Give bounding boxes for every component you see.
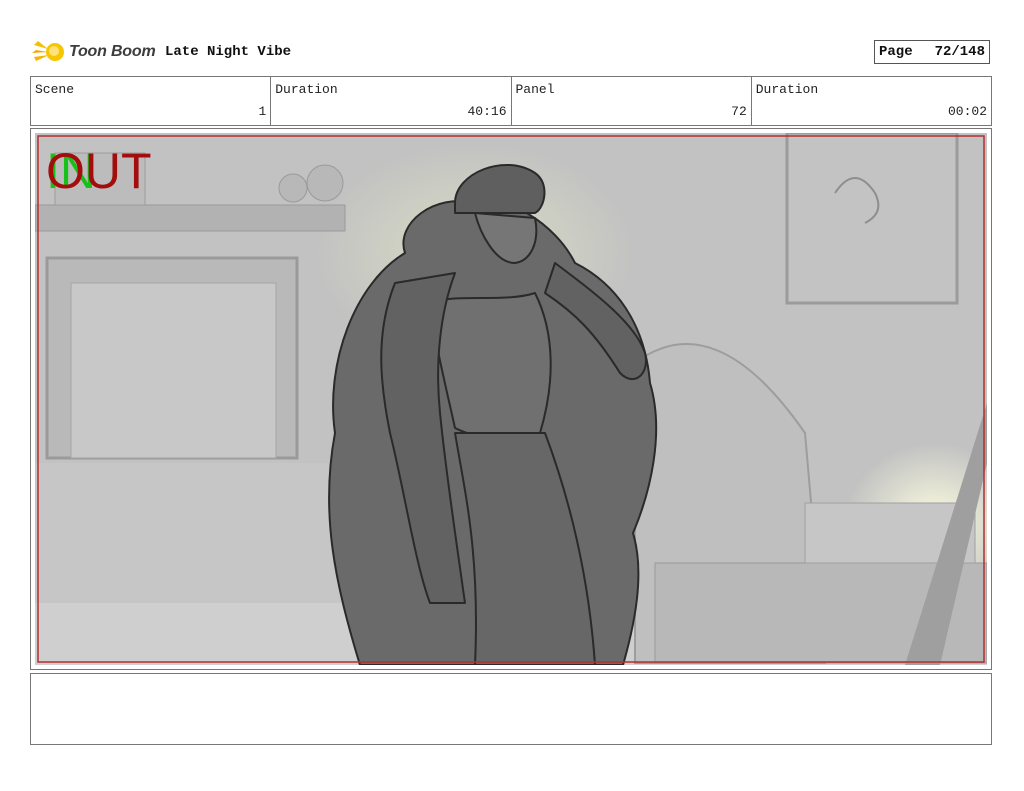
logo-text: Toon Boom (69, 43, 156, 60)
scene-label: Scene (35, 82, 75, 97)
out-marker: OUT (46, 143, 152, 199)
scene-duration-cell: Duration 40:16 (271, 77, 512, 125)
scene-duration-label: Duration (275, 82, 338, 97)
panel-duration-value: 00:02 (947, 104, 987, 119)
scene-cell: Scene 1 (31, 77, 272, 125)
info-row: Scene 1 Duration 40:16 Panel 72 Duration… (30, 76, 992, 126)
scene-value: 1 (258, 104, 267, 119)
panel-notes[interactable] (30, 673, 992, 745)
scene-duration-value: 40:16 (467, 104, 507, 119)
project-title: Late Night Vibe (165, 44, 292, 60)
page-indicator: Page 72/148 (874, 40, 990, 64)
panel-duration-cell: Duration 00:02 (752, 77, 991, 125)
page-value: 72/148 (934, 44, 985, 60)
panel-duration-label: Duration (755, 82, 819, 97)
storyboard-panel (30, 128, 992, 670)
safe-area-frame (37, 135, 985, 663)
panel-cell: Panel 72 (512, 77, 752, 125)
page-label: Page (879, 44, 913, 60)
toon-boom-logo: Toon Boom (32, 36, 156, 68)
toon-boom-burst-icon (32, 41, 64, 61)
panel-label: Panel (515, 82, 555, 97)
panel-value: 72 (731, 104, 747, 119)
